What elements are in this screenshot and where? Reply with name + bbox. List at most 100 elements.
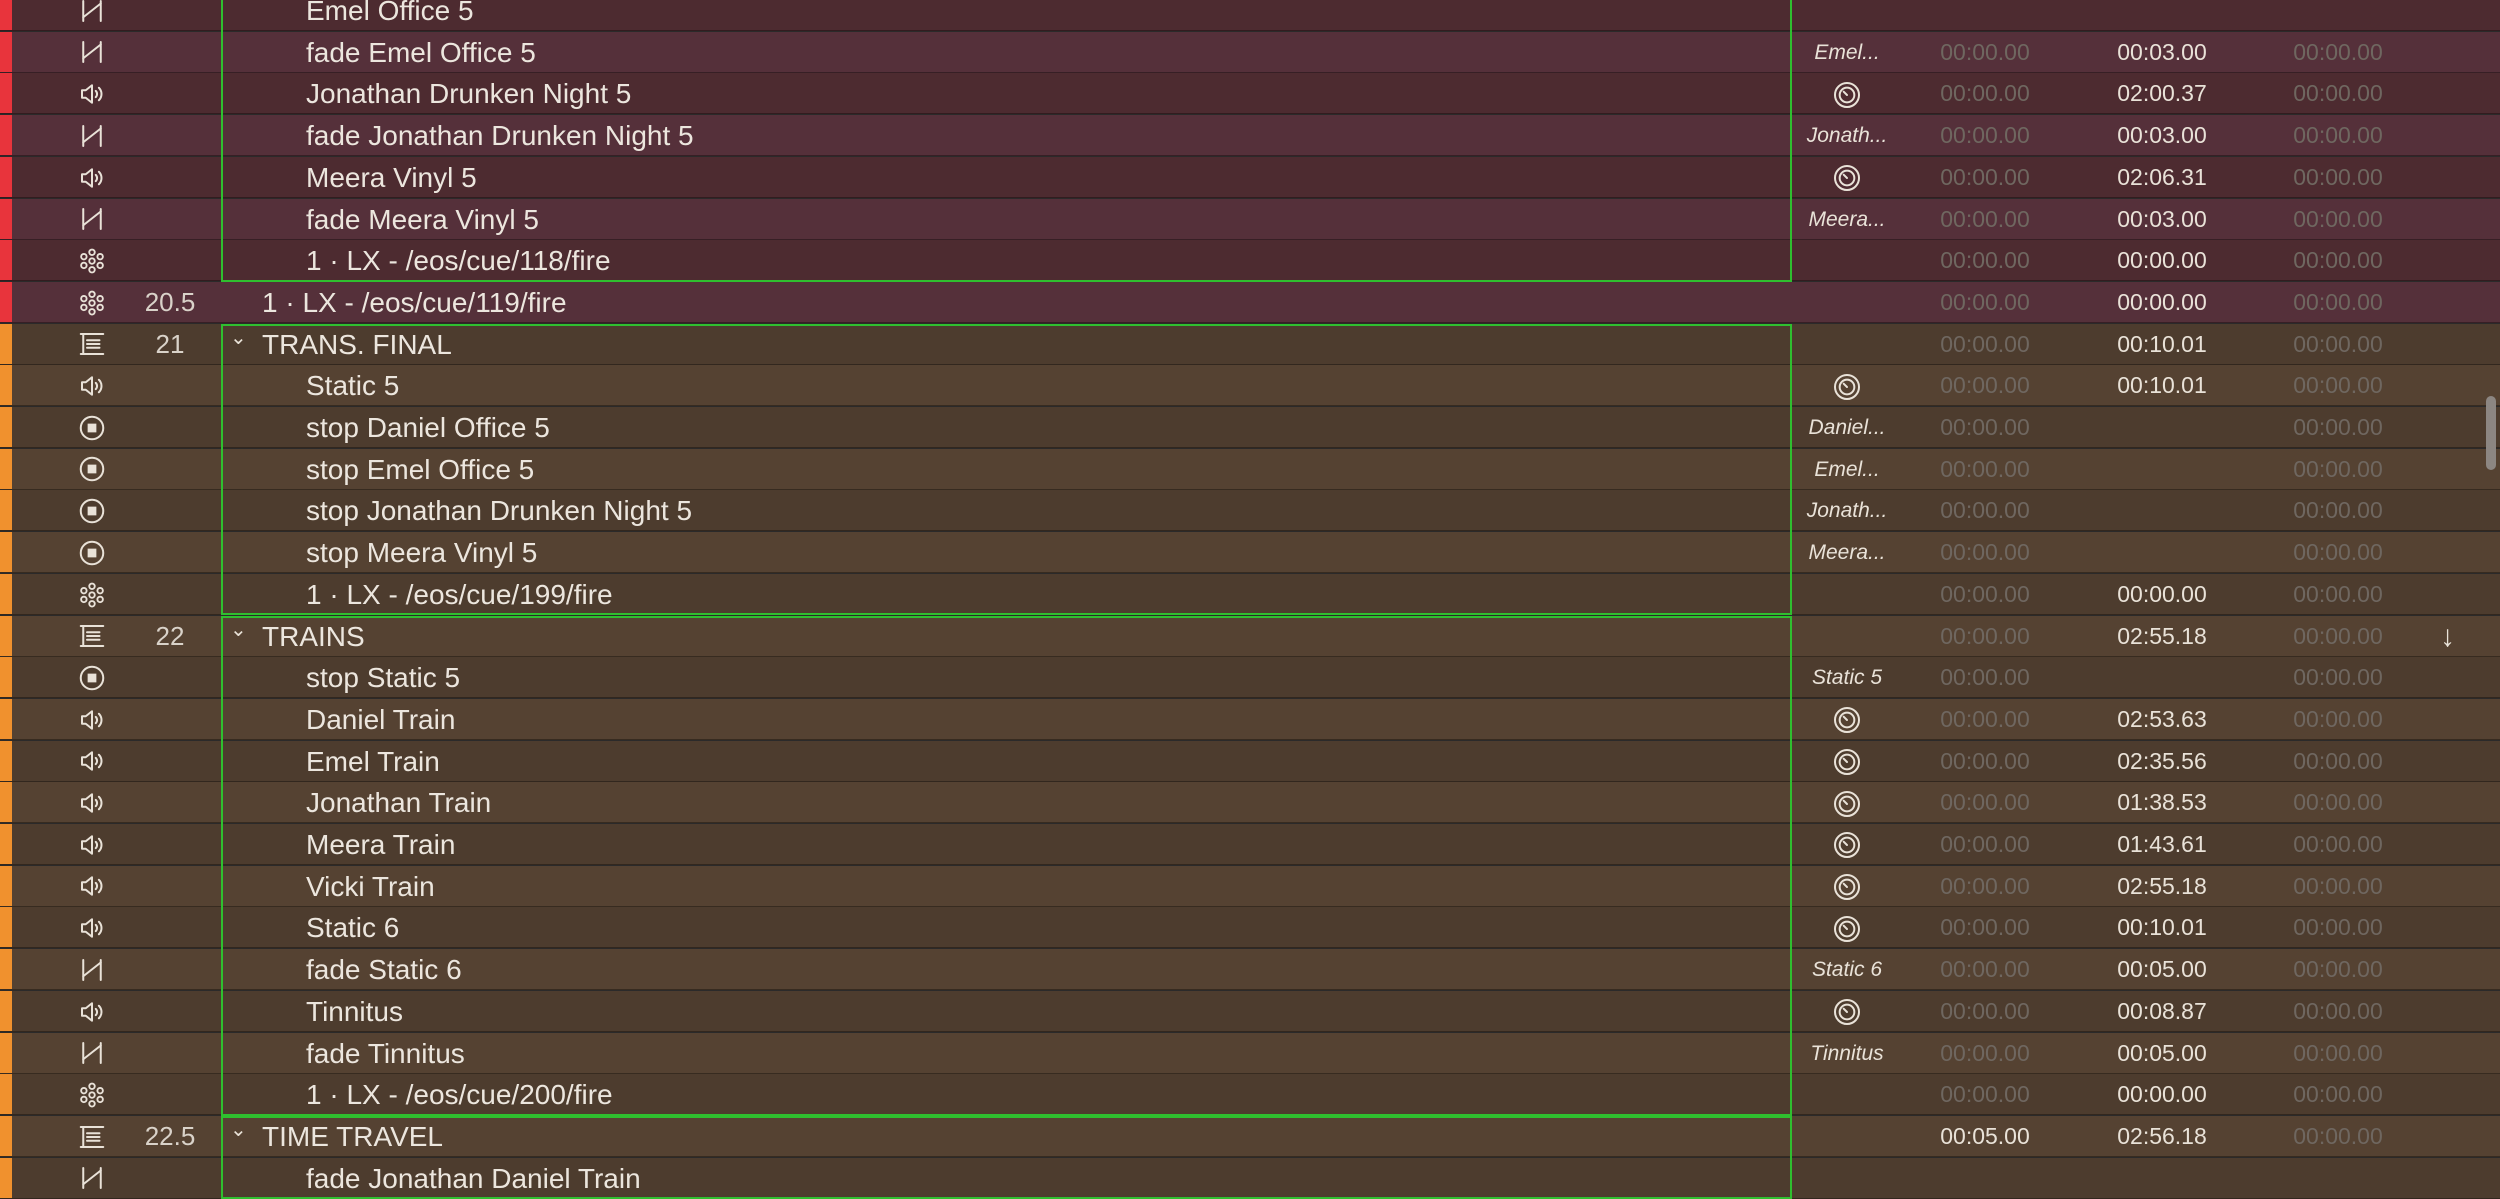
post-wait[interactable]: 00:00.00 <box>2268 1033 2408 1074</box>
cue-name[interactable]: Static 5 <box>306 365 399 406</box>
cue-name[interactable]: Meera Vinyl 5 <box>306 157 477 198</box>
cue-row[interactable]: Vicki Train 00:00.00 02:55.18 00:00.00 <box>0 865 2500 907</box>
cue-row[interactable]: stop Jonathan Drunken Night 5 Jonath... 00… <box>0 490 2500 532</box>
post-wait[interactable]: 00:00.00 <box>2268 616 2408 657</box>
pre-wait[interactable]: 00:00.00 <box>1915 490 2055 531</box>
action-duration[interactable]: 02:55.18 <box>2092 866 2232 907</box>
action-duration[interactable]: 02:56.18 <box>2092 1116 2232 1157</box>
pre-wait[interactable]: 00:05.00 <box>1915 1116 2055 1157</box>
pre-wait[interactable]: 00:00.00 <box>1915 949 2055 990</box>
pre-wait[interactable]: 00:00.00 <box>1915 240 2055 281</box>
cue-name[interactable]: Vicki Train <box>306 866 435 907</box>
cue-name[interactable]: fade Emel Office 5 <box>306 32 536 73</box>
cue-number[interactable] <box>120 1074 220 1115</box>
cue-row[interactable]: Static 6 00:00.00 00:10.01 00:00.00 <box>0 907 2500 949</box>
action-duration[interactable]: 00:03.00 <box>2092 115 2232 156</box>
pre-wait[interactable] <box>1915 0 2055 31</box>
cue-name[interactable]: stop Emel Office 5 <box>306 449 534 490</box>
cue-number[interactable] <box>120 157 220 198</box>
cue-number[interactable] <box>120 782 220 823</box>
post-wait[interactable]: 00:00.00 <box>2268 532 2408 573</box>
cue-name[interactable]: TRANS. FINAL <box>262 324 452 365</box>
cue-number[interactable] <box>120 532 220 573</box>
cue-row[interactable]: stop Emel Office 5 Emel... 00:00.00 00:00.0… <box>0 448 2500 490</box>
action-duration[interactable] <box>2092 532 2232 573</box>
cue-name[interactable]: Daniel Train <box>306 699 455 740</box>
post-wait[interactable]: 00:00.00 <box>2268 657 2408 698</box>
cue-number[interactable] <box>120 240 220 281</box>
pre-wait[interactable]: 00:00.00 <box>1915 1074 2055 1115</box>
cue-number[interactable] <box>120 32 220 73</box>
action-duration[interactable]: 00:00.00 <box>2092 282 2232 323</box>
cue-number[interactable] <box>120 199 220 240</box>
cue-name[interactable]: Jonathan Drunken Night 5 <box>306 73 631 114</box>
pre-wait[interactable] <box>1915 1158 2055 1199</box>
pre-wait[interactable]: 00:00.00 <box>1915 699 2055 740</box>
cue-number[interactable] <box>120 741 220 782</box>
post-wait[interactable]: 00:00.00 <box>2268 157 2408 198</box>
pre-wait[interactable]: 00:00.00 <box>1915 449 2055 490</box>
post-wait[interactable]: 00:00.00 <box>2268 824 2408 865</box>
pre-wait[interactable]: 00:00.00 <box>1915 324 2055 365</box>
post-wait[interactable]: 00:00.00 <box>2268 240 2408 281</box>
cue-number[interactable] <box>120 73 220 114</box>
cue-name[interactable]: 1 · LX - /eos/cue/119/fire <box>262 282 567 323</box>
post-wait[interactable]: 00:00.00 <box>2268 866 2408 907</box>
pre-wait[interactable]: 00:00.00 <box>1915 991 2055 1032</box>
cue-name[interactable]: Static 6 <box>306 907 399 948</box>
action-duration[interactable]: 02:35.56 <box>2092 741 2232 782</box>
post-wait[interactable]: 00:00.00 <box>2268 490 2408 531</box>
cue-number[interactable] <box>120 1158 220 1199</box>
action-duration[interactable] <box>2092 657 2232 698</box>
pre-wait[interactable]: 00:00.00 <box>1915 73 2055 114</box>
cue-name[interactable]: stop Jonathan Drunken Night 5 <box>306 490 692 531</box>
cue-name[interactable]: stop Meera Vinyl 5 <box>306 532 537 573</box>
action-duration[interactable]: 02:55.18 <box>2092 616 2232 657</box>
action-duration[interactable]: 00:10.01 <box>2092 907 2232 948</box>
cue-name[interactable]: TIME TRAVEL <box>262 1116 443 1157</box>
action-duration[interactable]: 00:03.00 <box>2092 199 2232 240</box>
cue-number[interactable] <box>120 657 220 698</box>
action-duration[interactable]: 02:53.63 <box>2092 699 2232 740</box>
cue-row[interactable]: 1 · LX - /eos/cue/199/fire 00:00.00 00:00.… <box>0 573 2500 615</box>
action-duration[interactable]: 00:10.01 <box>2092 365 2232 406</box>
post-wait[interactable]: 00:00.00 <box>2268 1116 2408 1157</box>
cue-row[interactable]: Jonathan Drunken Night 5 00:00.00 02:00.37… <box>0 73 2500 115</box>
post-wait[interactable]: 00:00.00 <box>2268 324 2408 365</box>
cue-name[interactable]: fade Tinnitus <box>306 1033 465 1074</box>
pre-wait[interactable]: 00:00.00 <box>1915 907 2055 948</box>
cue-number[interactable] <box>120 574 220 615</box>
pre-wait[interactable]: 00:00.00 <box>1915 574 2055 615</box>
post-wait[interactable]: 00:00.00 <box>2268 365 2408 406</box>
cue-number[interactable] <box>120 824 220 865</box>
post-wait[interactable]: 00:00.00 <box>2268 782 2408 823</box>
cue-row[interactable]: Meera Vinyl 5 00:00.00 02:06.31 00:00.00 <box>0 156 2500 198</box>
cue-name[interactable]: fade Jonathan Drunken Night 5 <box>306 115 694 156</box>
pre-wait[interactable]: 00:00.00 <box>1915 365 2055 406</box>
action-duration[interactable]: 00:05.00 <box>2092 949 2232 990</box>
cue-row[interactable]: fade Static 6 Static 6 00:00.00 00:05.00 00:… <box>0 949 2500 991</box>
action-duration[interactable] <box>2092 1158 2232 1199</box>
cue-name[interactable]: 1 · LX - /eos/cue/200/fire <box>306 1074 613 1115</box>
cue-row[interactable]: stop Meera Vinyl 5 Meera... 00:00.00 00:00.… <box>0 532 2500 574</box>
cue-number[interactable] <box>120 949 220 990</box>
cue-row[interactable]: Jonathan Train 00:00.00 01:38.53 00:00.00 <box>0 782 2500 824</box>
cue-row[interactable]: 1 · LX - /eos/cue/200/fire 00:00.00 00:00.… <box>0 1074 2500 1116</box>
pre-wait[interactable]: 00:00.00 <box>1915 282 2055 323</box>
cue-name[interactable]: fade Jonathan Daniel Train <box>306 1158 641 1199</box>
pre-wait[interactable]: 00:00.00 <box>1915 115 2055 156</box>
cue-name[interactable]: stop Static 5 <box>306 657 460 698</box>
post-wait[interactable]: 00:00.00 <box>2268 949 2408 990</box>
cue-name[interactable]: Emel Office 5 <box>306 0 474 31</box>
action-duration[interactable]: 00:00.00 <box>2092 1074 2232 1115</box>
action-duration[interactable] <box>2092 490 2232 531</box>
pre-wait[interactable]: 00:00.00 <box>1915 824 2055 865</box>
pre-wait[interactable]: 00:00.00 <box>1915 782 2055 823</box>
cue-number[interactable] <box>120 991 220 1032</box>
chevron-down-icon[interactable]: ⌄ <box>230 610 247 651</box>
cue-number[interactable]: 22 <box>120 616 220 657</box>
post-wait[interactable]: 00:00.00 <box>2268 73 2408 114</box>
cue-row[interactable]: 20.5 1 · LX - /eos/cue/119/fire 00:00.00 00… <box>0 281 2500 323</box>
cue-row[interactable]: 1 · LX - /eos/cue/118/fire 00:00.00 00:00.… <box>0 240 2500 282</box>
action-duration[interactable] <box>2092 407 2232 448</box>
